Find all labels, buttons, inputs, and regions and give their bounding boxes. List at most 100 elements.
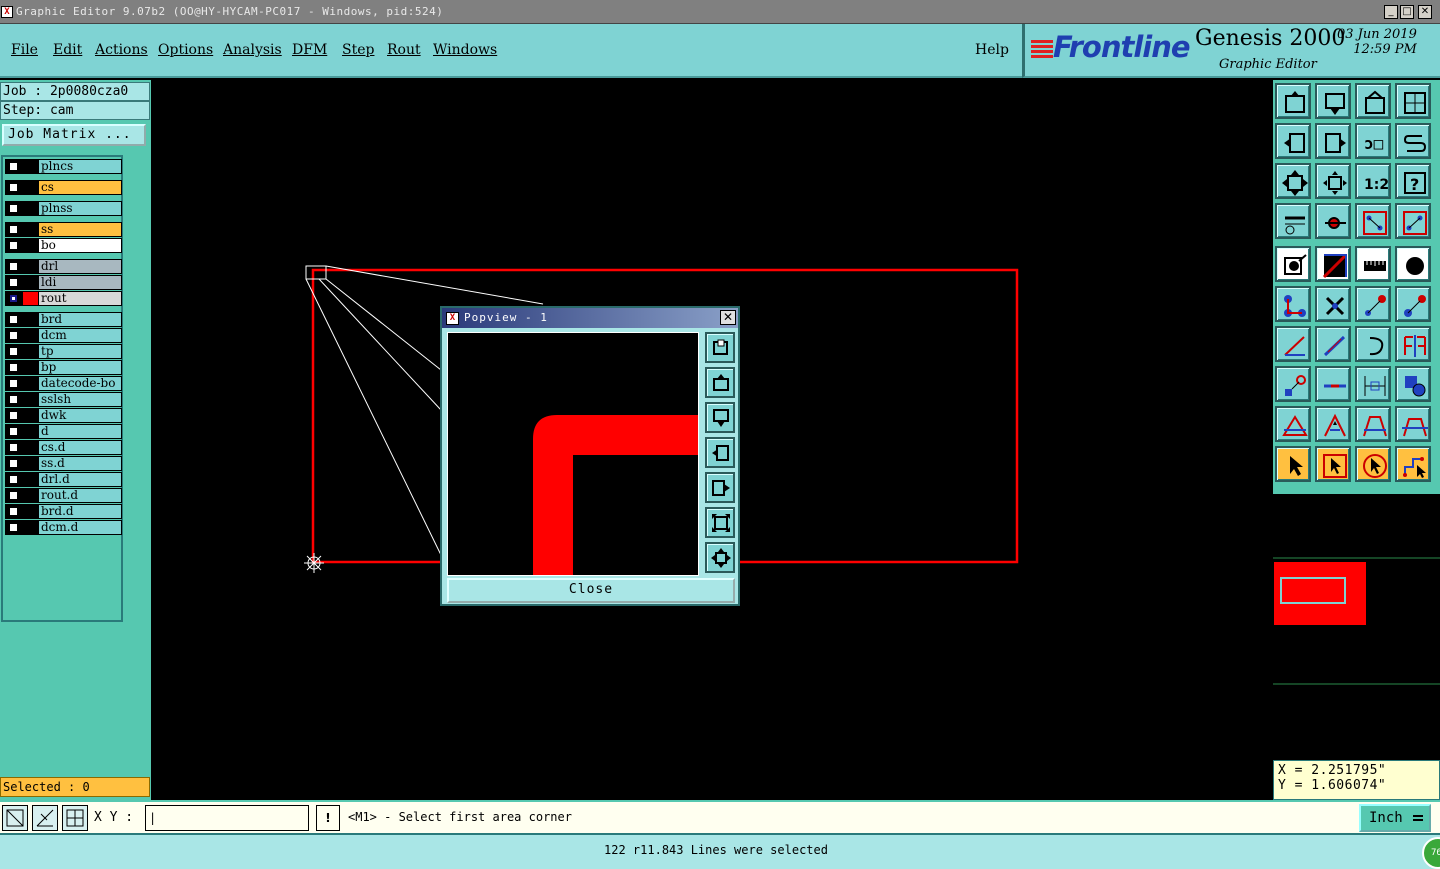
layer-checkbox[interactable]	[8, 240, 19, 251]
layer-row-d[interactable]: d	[5, 424, 122, 439]
layer-row-cs[interactable]: cs	[5, 180, 122, 195]
net-select-button[interactable]	[1355, 203, 1391, 239]
layer-checkbox[interactable]	[8, 394, 19, 405]
layer-checkbox[interactable]	[8, 277, 19, 288]
layer-name[interactable]: ss	[39, 223, 121, 236]
layer-checkbox[interactable]	[8, 330, 19, 341]
menu-file[interactable]: File	[11, 42, 38, 58]
redraw-button[interactable]	[1395, 123, 1431, 159]
popview-pan-right-button[interactable]	[705, 472, 735, 503]
layer-row-plnss[interactable]: plnss	[5, 201, 122, 216]
select-circle-button[interactable]	[1355, 446, 1391, 482]
layer-name[interactable]: plnss	[39, 202, 121, 215]
line-edit-button[interactable]	[1315, 326, 1351, 362]
pad-add-button[interactable]	[1275, 246, 1311, 282]
job-matrix-button[interactable]: Job Matrix ...	[2, 124, 146, 146]
minimize-button[interactable]: _	[1384, 5, 1398, 19]
layer-row-sslsh[interactable]: sslsh	[5, 392, 122, 407]
layer-checkbox[interactable]	[8, 522, 19, 533]
layer-row-tp[interactable]: tp	[5, 344, 122, 359]
scale-1-2-button[interactable]: 1:2	[1355, 163, 1391, 199]
popview-zoom-in-button[interactable]	[705, 367, 735, 398]
layer-checkbox[interactable]	[8, 426, 19, 437]
layer-checkbox[interactable]	[8, 490, 19, 501]
layer-name[interactable]: dwk	[39, 409, 121, 422]
layer-checkbox[interactable]	[8, 474, 19, 485]
menu-analysis[interactable]: Analysis	[223, 42, 282, 58]
triangle-up-button[interactable]	[1315, 406, 1351, 442]
layer-checkbox[interactable]	[8, 346, 19, 357]
layer-row-bp[interactable]: bp	[5, 360, 122, 375]
line-arc-button[interactable]	[1395, 286, 1431, 322]
layer-name[interactable]: drl.d	[39, 473, 121, 486]
angle-mode-icon[interactable]	[32, 805, 58, 831]
layer-name[interactable]: bp	[39, 361, 121, 374]
layer-row-rout[interactable]: rout	[5, 291, 122, 306]
layer-checkbox[interactable]	[8, 261, 19, 272]
menu-rout[interactable]: Rout	[387, 42, 421, 58]
zoom-out-button[interactable]	[1315, 83, 1351, 119]
layer-checkbox[interactable]	[8, 506, 19, 517]
arc-edit-button[interactable]	[1355, 326, 1391, 362]
fit-screen-button[interactable]	[1275, 163, 1311, 199]
measure-span-button[interactable]	[1355, 366, 1391, 402]
popview-zoom-home-button[interactable]	[705, 332, 735, 363]
node-connect-button[interactable]	[1275, 286, 1311, 322]
angle-button[interactable]	[1275, 326, 1311, 362]
layer-name[interactable]: cs.d	[39, 441, 121, 454]
snap-button[interactable]: ɔ□	[1355, 123, 1391, 159]
layer-row-brd[interactable]: brd	[5, 312, 122, 327]
popview-titlebar[interactable]: Popview - 1	[442, 308, 738, 328]
line-add-button[interactable]	[1315, 246, 1351, 282]
trapezoid-wide-button[interactable]	[1395, 406, 1431, 442]
layer-checkbox[interactable]	[8, 182, 19, 193]
menu-step[interactable]: Step	[342, 42, 374, 58]
layer-name[interactable]: rout	[39, 292, 121, 305]
layer-checkbox[interactable]	[8, 314, 19, 325]
menu-help[interactable]: Help	[975, 42, 1009, 58]
layer-name[interactable]: cs	[39, 181, 121, 194]
warning-button[interactable]: !	[316, 805, 340, 831]
zoom-grid-button[interactable]	[1395, 83, 1431, 119]
circle-button[interactable]	[1395, 246, 1431, 282]
pan-left-button[interactable]	[1275, 123, 1311, 159]
layer-checkbox[interactable]	[8, 161, 19, 172]
flip-button[interactable]	[1395, 326, 1431, 362]
pan-right-button[interactable]	[1315, 123, 1351, 159]
layer-row-datecode-bo[interactable]: datecode-bo	[5, 376, 122, 391]
maximize-button[interactable]: □	[1400, 5, 1414, 19]
layer-row-ss[interactable]: ss	[5, 222, 122, 237]
layer-row-dcm-d[interactable]: dcm.d	[5, 520, 122, 535]
group-button[interactable]	[1395, 366, 1431, 402]
layer-name[interactable]: d	[39, 425, 121, 438]
close-window-button[interactable]: ✕	[1418, 5, 1432, 19]
popview-close-x-button[interactable]: ✕	[720, 310, 736, 325]
layer-row-drl[interactable]: drl	[5, 259, 122, 274]
popview-zoom-out-button[interactable]	[705, 402, 735, 433]
layer-name[interactable]: datecode-bo	[39, 377, 121, 390]
layer-checkbox[interactable]	[8, 458, 19, 469]
layer-row-cs-d[interactable]: cs.d	[5, 440, 122, 455]
popview-pan-left-button[interactable]	[705, 437, 735, 468]
popview-center-button[interactable]	[705, 542, 735, 573]
arc-add-button[interactable]	[1355, 286, 1391, 322]
measure-tool-button[interactable]	[1275, 203, 1311, 239]
layer-name[interactable]: brd.d	[39, 505, 121, 518]
layer-checkbox[interactable]	[8, 203, 19, 214]
layer-row-dwk[interactable]: dwk	[5, 408, 122, 423]
layer-name[interactable]: dcm	[39, 329, 121, 342]
layer-name[interactable]: dcm.d	[39, 521, 121, 534]
popview-fit-button[interactable]	[705, 507, 735, 538]
layer-name[interactable]: rout.d	[39, 489, 121, 502]
zoom-page-button[interactable]	[1355, 83, 1391, 119]
snap-mode-icon[interactable]	[2, 805, 28, 831]
key-button[interactable]	[1315, 203, 1351, 239]
layer-name[interactable]: bo	[39, 239, 121, 252]
select-path-button[interactable]	[1395, 446, 1431, 482]
layer-checkbox[interactable]	[8, 410, 19, 421]
layer-row-plncs[interactable]: plncs	[5, 159, 122, 174]
layer-row-bo[interactable]: bo	[5, 238, 122, 253]
layer-name[interactable]: sslsh	[39, 393, 121, 406]
net-route-button[interactable]	[1395, 203, 1431, 239]
layer-name[interactable]: brd	[39, 313, 121, 326]
